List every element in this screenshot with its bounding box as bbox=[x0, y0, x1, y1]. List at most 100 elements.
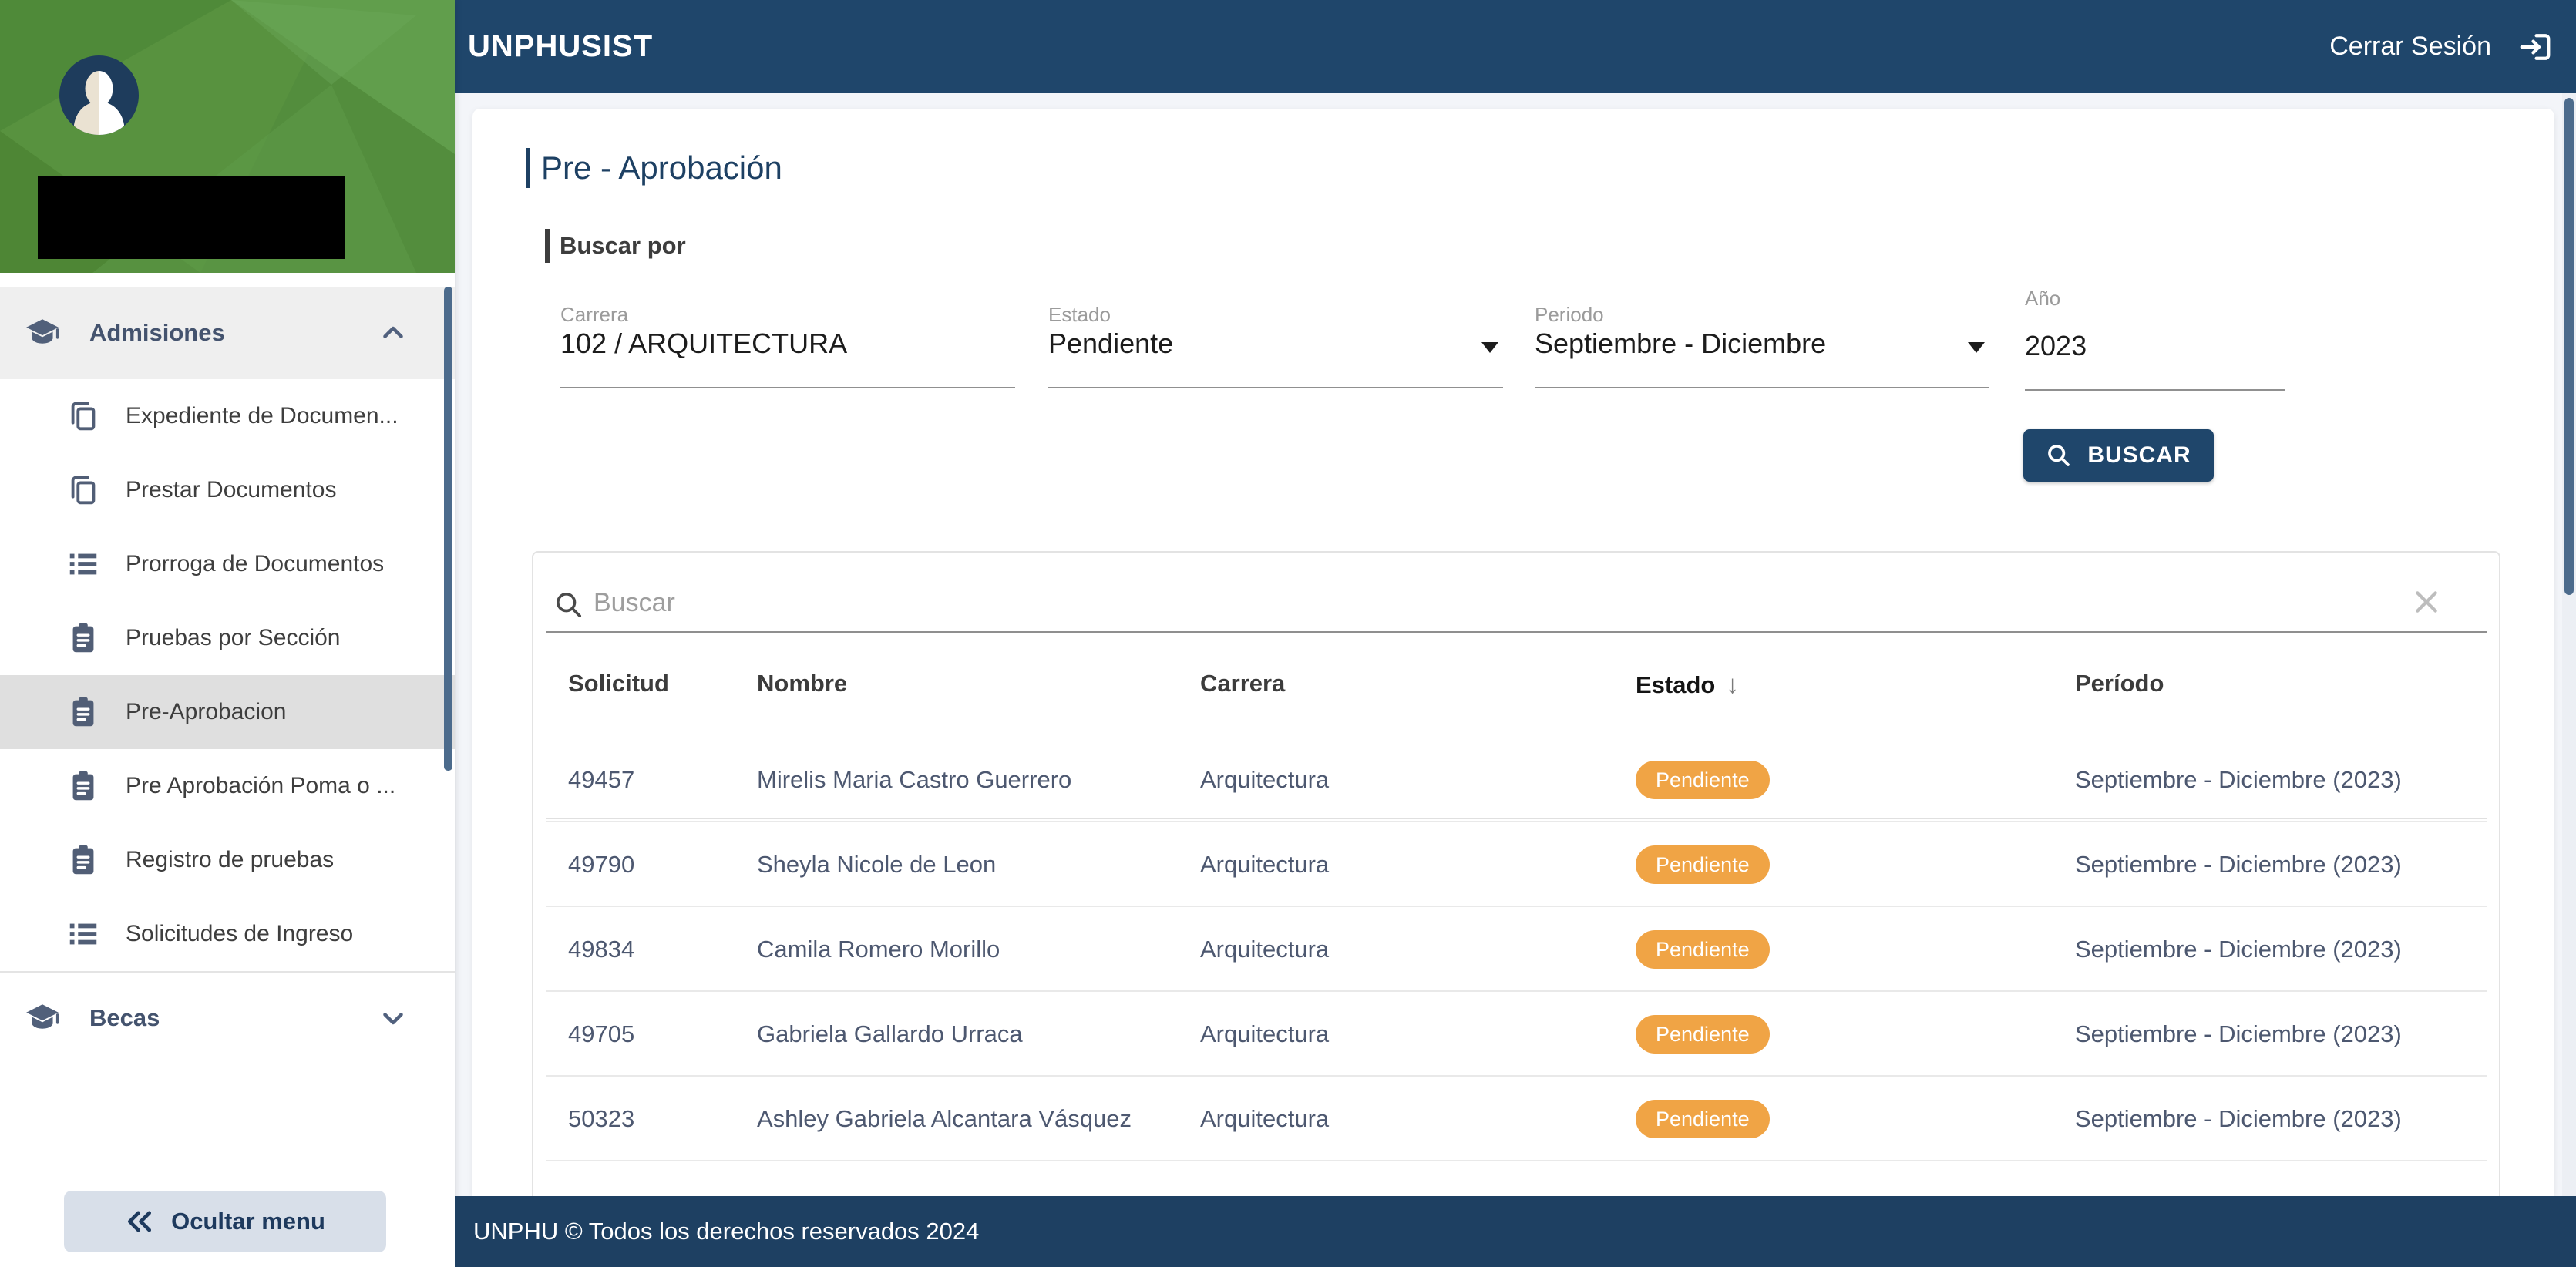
column-header-periodo[interactable]: Período bbox=[2075, 670, 2164, 697]
clipboard-icon bbox=[66, 768, 101, 804]
cell-estado: Pendiente bbox=[1636, 845, 1770, 884]
cell-carrera: Arquitectura bbox=[1200, 1105, 1329, 1133]
column-header-solicitud[interactable]: Solicitud bbox=[568, 670, 669, 697]
sidebar-item-pruebas-por-secci-n[interactable]: Pruebas por Sección bbox=[0, 601, 455, 675]
clear-search-icon[interactable] bbox=[2405, 580, 2448, 623]
status-badge: Pendiente bbox=[1636, 845, 1770, 884]
cell-solicitud: 49834 bbox=[568, 936, 634, 963]
sidebar-item-label: Expediente de Documen... bbox=[126, 403, 399, 429]
input-underline bbox=[560, 387, 1015, 388]
hide-menu-button[interactable]: Ocultar menu bbox=[64, 1191, 386, 1252]
cell-nombre: Ashley Gabriela Alcantara Vásquez bbox=[757, 1105, 1132, 1133]
sidebar-item-registro-de-pruebas[interactable]: Registro de pruebas bbox=[0, 823, 455, 897]
sidebar: Admisiones Expediente de Documen... Prest… bbox=[0, 0, 455, 1267]
sidebar-item-label: Pre Aprobación Poma o ... bbox=[126, 773, 395, 799]
cell-nombre: Gabriela Gallardo Urraca bbox=[757, 1020, 1023, 1048]
app-root: Admisiones Expediente de Documen... Prest… bbox=[0, 0, 2576, 1267]
cell-solicitud: 49705 bbox=[568, 1020, 634, 1048]
periodo-value: Septiembre - Diciembre bbox=[1535, 328, 1826, 360]
table-row[interactable]: 49705 Gabriela Gallardo Urraca Arquitectur… bbox=[533, 992, 2499, 1077]
status-badge: Pendiente bbox=[1636, 930, 1770, 969]
clipboard-icon bbox=[66, 842, 101, 878]
logout-label: Cerrar Sesión bbox=[2329, 32, 2491, 62]
cell-solicitud: 49457 bbox=[568, 766, 634, 794]
sidebar-item-label: Prestar Documentos bbox=[126, 477, 336, 503]
input-underline bbox=[1535, 387, 1989, 388]
estado-label: Estado bbox=[1048, 303, 1111, 327]
sidebar-item-pre-aprobaci-n-poma-o[interactable]: Pre Aprobación Poma o ... bbox=[0, 749, 455, 823]
table-row[interactable]: 49790Sheyla Nicole de LeonArquitecturaPe… bbox=[533, 822, 2499, 907]
cell-estado: Pendiente bbox=[1636, 1100, 1770, 1138]
cell-periodo: Septiembre - Diciembre (2023) bbox=[2075, 1105, 2402, 1133]
sidebar-hero bbox=[0, 0, 455, 273]
column-header-nombre[interactable]: Nombre bbox=[757, 670, 847, 697]
copy-icon bbox=[66, 472, 101, 508]
cell-nombre: Camila Romero Morillo bbox=[757, 936, 1000, 963]
cell-periodo: Septiembre - Diciembre (2023) bbox=[2075, 936, 2402, 963]
cell-carrera: Arquitectura bbox=[1200, 936, 1329, 963]
sidebar-group-becas[interactable]: Becas bbox=[0, 971, 455, 1064]
sidebar-item-label: Solicitudes de Ingreso bbox=[126, 921, 353, 947]
page-scrollbar-thumb[interactable] bbox=[2564, 98, 2574, 595]
cell-nombre: Mirelis Maria Castro Guerrero bbox=[757, 766, 1071, 794]
input-underline bbox=[2025, 389, 2285, 391]
clipboard-icon bbox=[66, 694, 101, 730]
sidebar-group-admisiones[interactable]: Admisiones bbox=[0, 287, 455, 379]
avatar[interactable] bbox=[59, 55, 139, 135]
column-header-estado[interactable]: Estado↓ bbox=[1636, 670, 1739, 699]
anio-label: Año bbox=[2025, 287, 2060, 311]
sidebar-group-label: Becas bbox=[89, 1004, 160, 1032]
chevron-down-icon bbox=[379, 1004, 407, 1032]
cell-carrera: Arquitectura bbox=[1200, 1020, 1329, 1048]
logout-button[interactable]: Cerrar Sesión bbox=[2329, 29, 2553, 65]
footer-text: UNPHU © Todos los derechos reservados 20… bbox=[473, 1218, 979, 1245]
cell-solicitud: 49790 bbox=[568, 851, 634, 879]
status-badge: Pendiente bbox=[1636, 1100, 1770, 1138]
list-icon bbox=[66, 916, 101, 952]
table-search-input[interactable] bbox=[594, 577, 2366, 628]
table-row[interactable]: 49834 Camila Romero Morillo Arquitectura Pe… bbox=[533, 907, 2499, 992]
periodo-select[interactable]: Periodo Septiembre - Diciembre bbox=[1535, 287, 1989, 391]
cell-carrera: Arquitectura bbox=[1200, 766, 1329, 794]
sidebar-scrollbar[interactable] bbox=[444, 287, 452, 771]
sidebar-item-label: Pre-Aprobacion bbox=[126, 699, 286, 725]
buscar-label: BUSCAR bbox=[2087, 442, 2191, 469]
carrera-field[interactable]: Carrera 102 / ARQUITECTURA bbox=[560, 287, 1015, 391]
sidebar-item-prestar-documentos[interactable]: Prestar Documentos bbox=[0, 453, 455, 527]
cell-periodo: Septiembre - Diciembre (2023) bbox=[2075, 766, 2402, 794]
sort-desc-icon: ↓ bbox=[1726, 670, 1739, 698]
sidebar-item-pre-aprobacion[interactable]: Pre-Aprobacion bbox=[0, 675, 455, 749]
sidebar-item-expediente-de-documen[interactable]: Expediente de Documen... bbox=[0, 379, 455, 453]
table-row[interactable]: 50323 Ashley Gabriela Alcantara Vásquez Ar… bbox=[533, 1077, 2499, 1161]
cell-solicitud: 50323 bbox=[568, 1105, 634, 1133]
table-header-row: Solicitud Nombre Carrera Estado↓ Período bbox=[533, 633, 2499, 738]
copy-icon bbox=[66, 398, 101, 434]
column-header-carrera[interactable]: Carrera bbox=[1200, 670, 1285, 697]
input-underline bbox=[1048, 387, 1503, 388]
logout-icon bbox=[2517, 29, 2553, 65]
clipboard-icon bbox=[66, 620, 101, 656]
table-row[interactable]: 49457 Mirelis Maria Castro Guerrero Arquit… bbox=[533, 738, 2499, 822]
sidebar-group-label: Admisiones bbox=[89, 319, 225, 347]
estado-value: Pendiente bbox=[1048, 328, 1173, 360]
search-icon bbox=[2046, 442, 2072, 469]
graduation-cap-icon bbox=[23, 314, 62, 352]
list-icon bbox=[66, 546, 101, 582]
sidebar-item-label: Pruebas por Sección bbox=[126, 625, 341, 651]
sidebar-item-solicitudes-de-ingreso[interactable]: Solicitudes de Ingreso bbox=[0, 897, 455, 971]
status-badge: Pendiente bbox=[1636, 1015, 1770, 1054]
dropdown-caret-icon bbox=[1968, 342, 1985, 353]
cell-estado: Pendiente bbox=[1636, 1015, 1770, 1054]
page-title: Pre - Aprobación bbox=[526, 148, 782, 188]
cell-nombre: Sheyla Nicole de Leon bbox=[757, 851, 996, 879]
carrera-value: 102 / ARQUITECTURA bbox=[560, 328, 847, 360]
redacted-user-name bbox=[38, 176, 345, 259]
row-divider bbox=[546, 1160, 2487, 1161]
double-chevron-left-icon bbox=[125, 1207, 154, 1236]
sidebar-item-prorroga-de-documentos[interactable]: Prorroga de Documentos bbox=[0, 527, 455, 601]
estado-select[interactable]: Estado Pendiente bbox=[1048, 287, 1503, 391]
buscar-button[interactable]: BUSCAR bbox=[2023, 429, 2214, 482]
anio-field[interactable]: Año 2023 bbox=[2025, 287, 2285, 391]
cell-periodo: Septiembre - Diciembre (2023) bbox=[2075, 1020, 2402, 1048]
anio-value: 2023 bbox=[2025, 330, 2087, 362]
